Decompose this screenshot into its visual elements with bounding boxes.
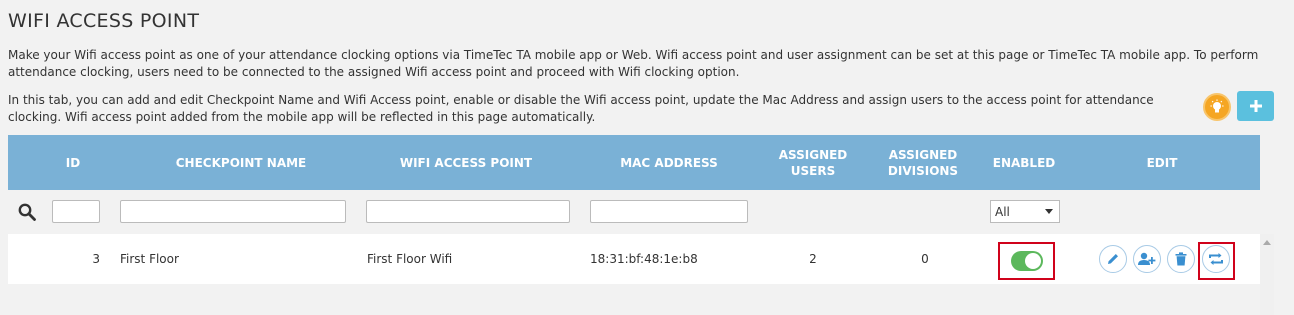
scroll-up-icon[interactable] <box>1263 240 1271 245</box>
cell-checkpoint-name: First Floor <box>120 252 179 266</box>
assign-users-button[interactable] <box>1133 245 1161 273</box>
tips-button[interactable] <box>1203 93 1231 121</box>
search-icon <box>18 203 36 221</box>
tab-description: In this tab, you can add and edit Checkp… <box>8 93 1154 124</box>
cell-wifi-access-point: First Floor Wifi <box>367 252 453 266</box>
chevron-down-icon <box>1045 209 1053 214</box>
column-header-assigned-divisions[interactable]: ASSIGNED DIVISIONS <box>883 135 963 190</box>
column-header-enabled[interactable]: ENABLED <box>984 135 1064 190</box>
filter-enabled-select[interactable]: All <box>990 200 1060 223</box>
lightbulb-icon <box>1210 99 1224 113</box>
column-header-edit: EDIT <box>1146 155 1178 170</box>
enabled-toggle[interactable] <box>1010 251 1043 271</box>
add-access-point-button[interactable] <box>1237 91 1274 121</box>
page-title: WIFI ACCESS POINT <box>8 10 200 32</box>
cell-id: 3 <box>92 252 100 266</box>
column-header-assigned-users[interactable]: ASSIGNED USERS <box>773 135 853 190</box>
delete-button[interactable] <box>1167 245 1195 273</box>
column-header-wifi-access-point[interactable]: WIFI ACCESS POINT <box>366 135 566 190</box>
toggle-knob <box>1024 253 1041 269</box>
add-user-icon <box>1138 252 1156 265</box>
update-mac-button[interactable] <box>1202 245 1230 273</box>
table-scrollbar[interactable] <box>1260 234 1274 315</box>
table-row: 3 First Floor First Floor Wifi 18:31:bf:… <box>8 234 1260 284</box>
plus-icon <box>1249 100 1262 112</box>
cell-assigned-divisions: 0 <box>921 252 929 266</box>
column-header-mac-address[interactable]: MAC ADDRESS <box>590 135 748 190</box>
filter-checkpoint-name-input[interactable] <box>120 200 346 223</box>
cell-assigned-users: 2 <box>809 252 817 266</box>
cell-mac-address: 18:31:bf:48:1e:b8 <box>590 252 698 266</box>
trash-icon <box>1175 252 1187 266</box>
filter-id-input[interactable] <box>52 200 100 223</box>
column-header-checkpoint-name[interactable]: CHECKPOINT NAME <box>128 135 354 190</box>
column-header-id[interactable]: ID <box>48 135 98 190</box>
filter-wifi-access-point-input[interactable] <box>366 200 570 223</box>
table-header: ID CHECKPOINT NAME WIFI ACCESS POINT MAC… <box>8 135 1260 190</box>
sync-icon <box>1209 253 1223 265</box>
pencil-icon <box>1108 254 1118 264</box>
filter-mac-address-input[interactable] <box>590 200 748 223</box>
page-description: Make your Wifi access point as one of yo… <box>8 48 1259 79</box>
edit-button[interactable] <box>1099 245 1127 273</box>
enabled-highlight <box>998 242 1055 280</box>
filter-enabled-value: All <box>995 204 1010 219</box>
filter-row: All <box>8 190 1260 234</box>
